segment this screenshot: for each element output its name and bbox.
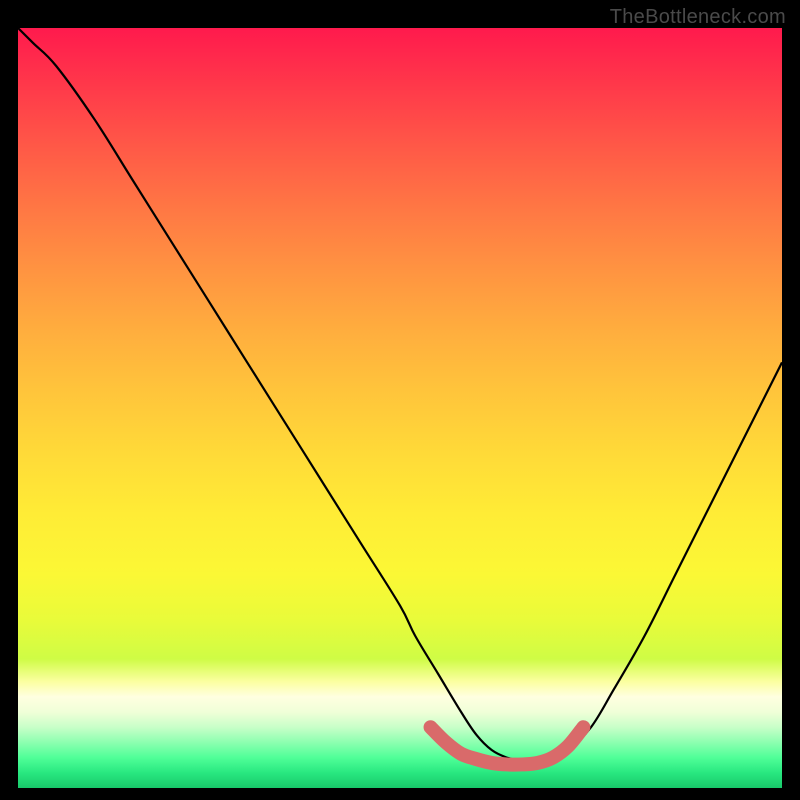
chart-svg-layer: [18, 28, 782, 788]
bottleneck-curve: [18, 28, 782, 762]
highlight-curve: [431, 727, 584, 764]
watermark-text: TheBottleneck.com: [610, 6, 786, 29]
chart-plot-area: [18, 28, 782, 788]
